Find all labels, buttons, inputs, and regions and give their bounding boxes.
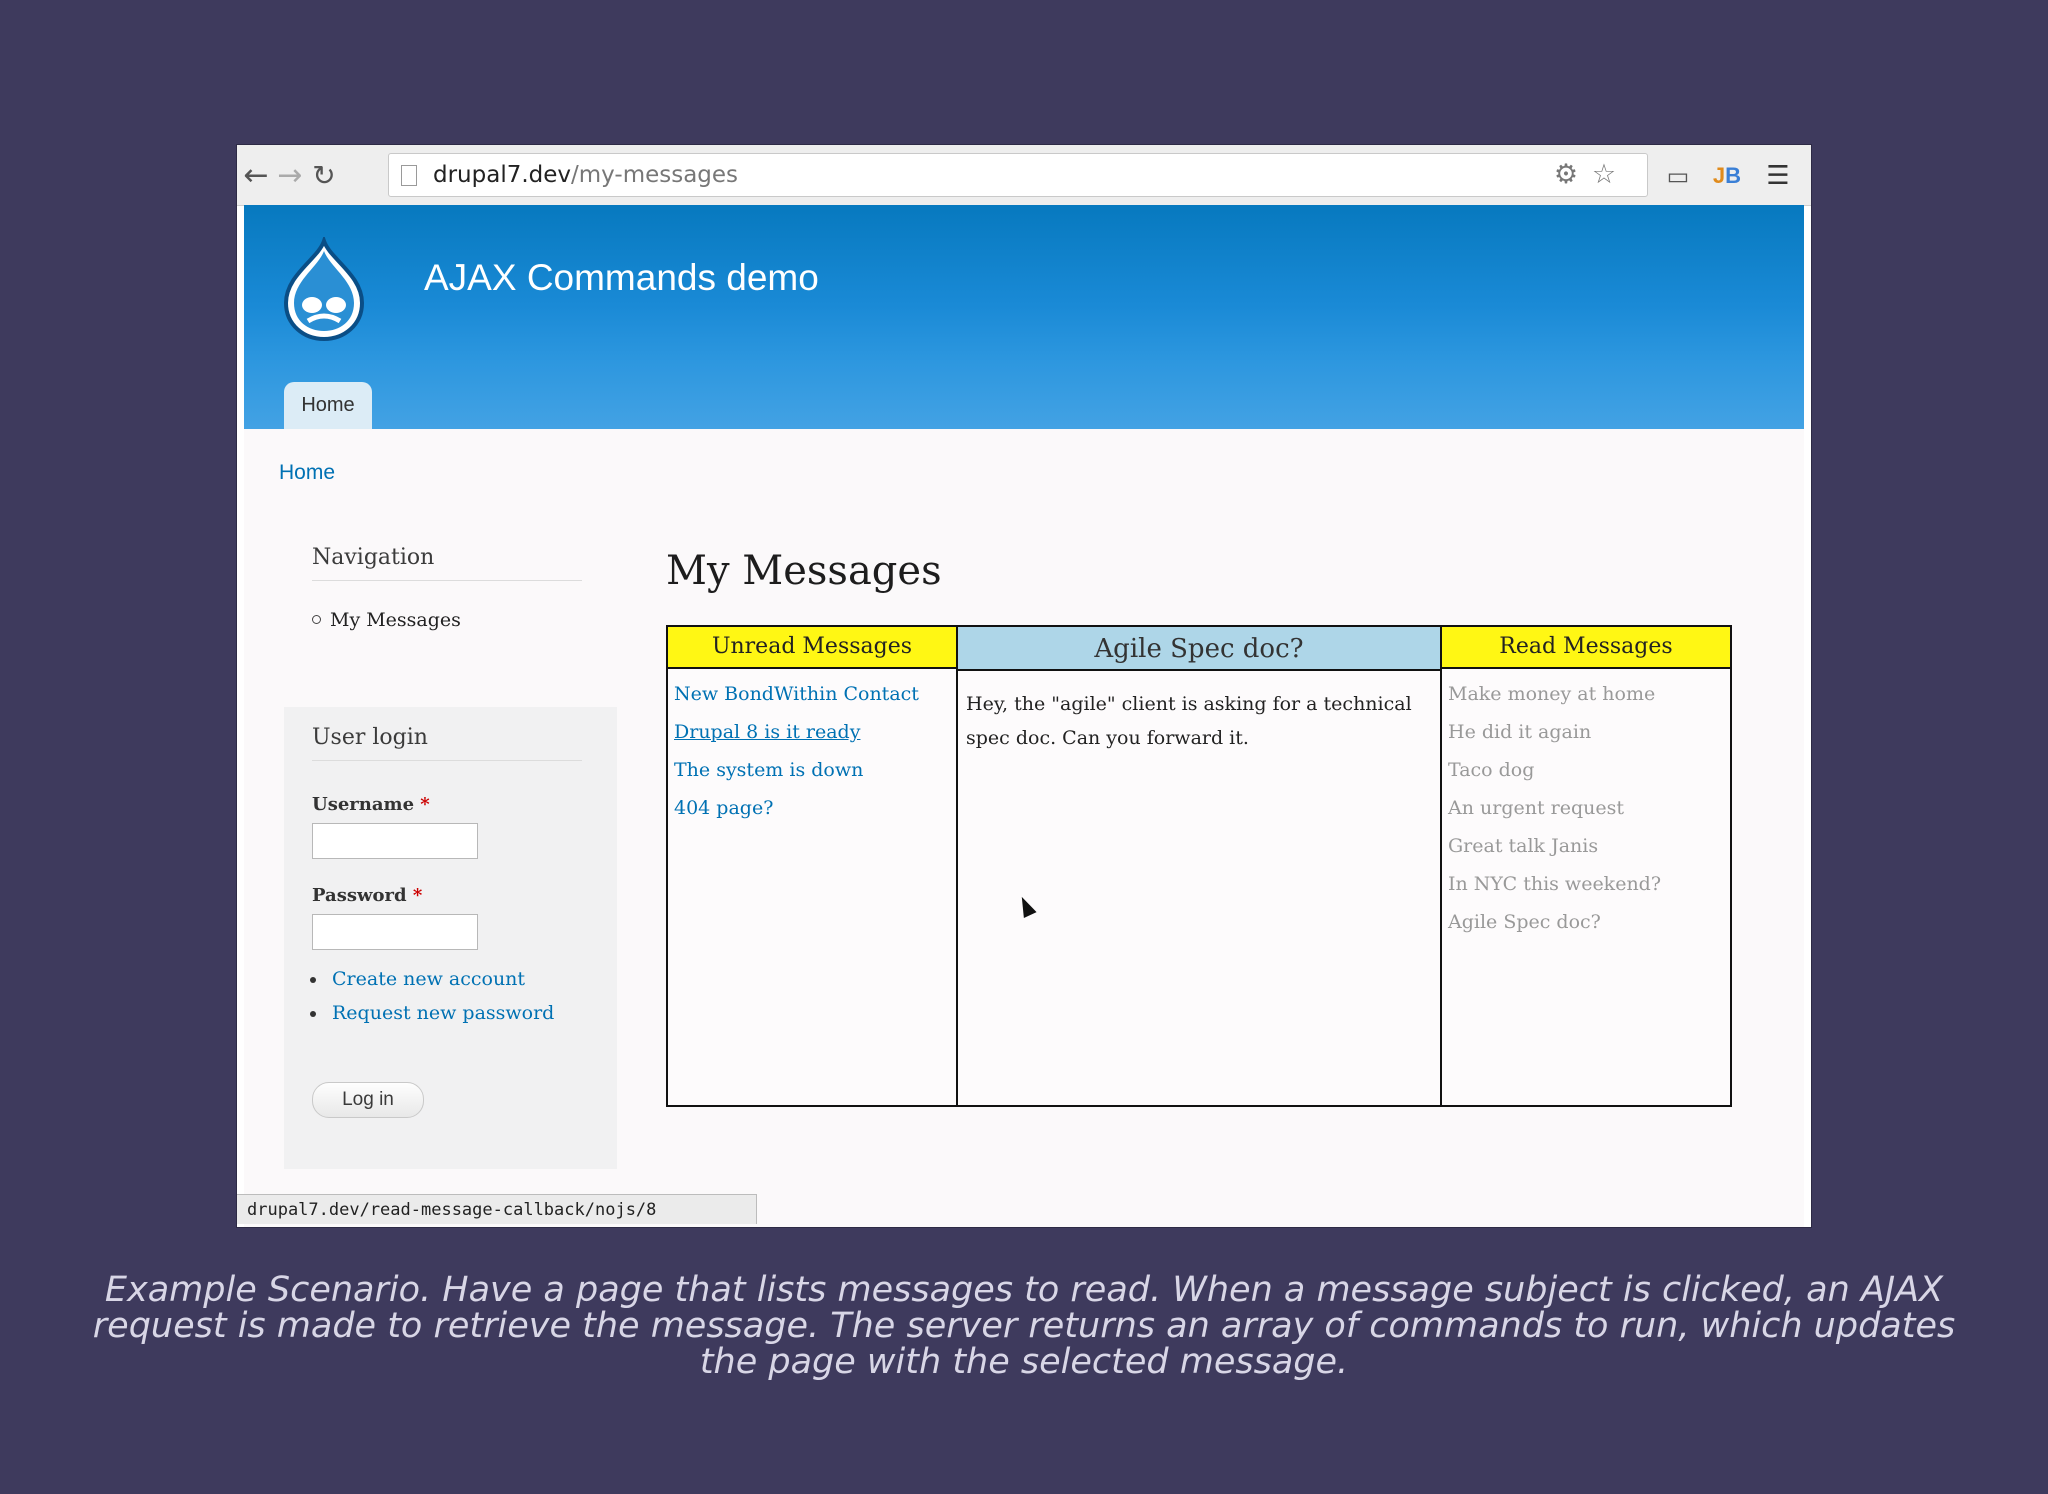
read-message-link[interactable]: An urgent request (1448, 789, 1730, 827)
unread-message-link[interactable]: 404 page? (674, 789, 956, 827)
page-title: My Messages (666, 548, 942, 594)
navigation-title: Navigation (312, 545, 582, 581)
read-message-link[interactable]: He did it again (1448, 713, 1730, 751)
read-messages-header: Read Messages (1442, 627, 1730, 669)
page-icon (401, 165, 417, 186)
read-message-link[interactable]: Agile Spec doc? (1448, 903, 1730, 941)
message-subject: Agile Spec doc? (958, 627, 1440, 671)
site-name[interactable]: AJAX Commands demo (424, 257, 819, 299)
unread-message-link[interactable]: New BondWithin Contact (674, 675, 956, 713)
unread-messages-header: Unread Messages (668, 627, 956, 669)
user-login-block: User login Username * Password * Create … (284, 707, 617, 1169)
request-password-link[interactable]: Request new password (310, 1002, 554, 1024)
username-input[interactable] (312, 823, 478, 859)
password-label: Password * (312, 885, 423, 906)
unread-messages-list: New BondWithin Contact Drupal 8 is it re… (668, 669, 956, 827)
reload-icon[interactable]: ↻ (307, 159, 341, 193)
message-detail-column: Agile Spec doc? Hey, the "agile" client … (956, 625, 1442, 1107)
drupal-logo-icon[interactable] (278, 237, 370, 341)
status-bar-url: drupal7.dev/read-message-callback/nojs/8 (237, 1194, 757, 1224)
read-message-link[interactable]: Taco dog (1448, 751, 1730, 789)
star-icon[interactable]: ☆ (1589, 160, 1619, 190)
nav-item-my-messages[interactable]: My Messages (312, 609, 461, 631)
read-messages-column: Read Messages Make money at home He did … (1440, 625, 1732, 1107)
navigation-block: Navigation My Messages (312, 545, 582, 631)
address-url[interactable]: drupal7.dev/my-messages (433, 161, 738, 189)
cast-icon[interactable]: ▭ (1661, 159, 1695, 193)
user-login-title: User login (312, 725, 582, 761)
read-message-link[interactable]: Great talk Janis (1448, 827, 1730, 865)
drupal-page: AJAX Commands demo Home Home Navigation … (244, 205, 1804, 1227)
menu-icon[interactable]: ☰ (1761, 159, 1795, 193)
browser-window: ← → ↻ drupal7.dev/my-messages ⚙ ☆ ▭ JB ☰… (237, 145, 1811, 1227)
create-account-link[interactable]: Create new account (310, 968, 525, 990)
password-input[interactable] (312, 914, 478, 950)
settings-icon[interactable]: ⚙ (1551, 160, 1581, 190)
circle-bullet-icon (312, 614, 321, 624)
jb-extension-icon[interactable]: JB (1710, 159, 1744, 193)
read-messages-list: Make money at home He did it again Taco … (1442, 669, 1730, 941)
username-label: Username * (312, 794, 430, 815)
message-body: Hey, the "agile" client is asking for a … (966, 693, 1412, 749)
read-message-link[interactable]: In NYC this weekend? (1448, 865, 1730, 903)
read-message-link[interactable]: Make money at home (1448, 675, 1730, 713)
breadcrumb[interactable]: Home (279, 461, 335, 485)
slide-caption: Example Scenario. Have a page that lists… (92, 1270, 1956, 1382)
address-bar[interactable]: drupal7.dev/my-messages ⚙ ☆ (388, 153, 1648, 197)
back-icon[interactable]: ← (239, 159, 273, 193)
tab-home[interactable]: Home (284, 382, 372, 429)
log-in-button[interactable]: Log in (312, 1082, 424, 1118)
forward-icon[interactable]: → (273, 159, 307, 193)
browser-toolbar: ← → ↻ drupal7.dev/my-messages ⚙ ☆ ▭ JB ☰ (237, 145, 1811, 206)
unread-messages-column: Unread Messages New BondWithin Contact D… (666, 625, 958, 1107)
unread-message-link[interactable]: The system is down (674, 751, 956, 789)
unread-message-link[interactable]: Drupal 8 is it ready (674, 713, 956, 751)
site-header: AJAX Commands demo Home (244, 205, 1804, 429)
